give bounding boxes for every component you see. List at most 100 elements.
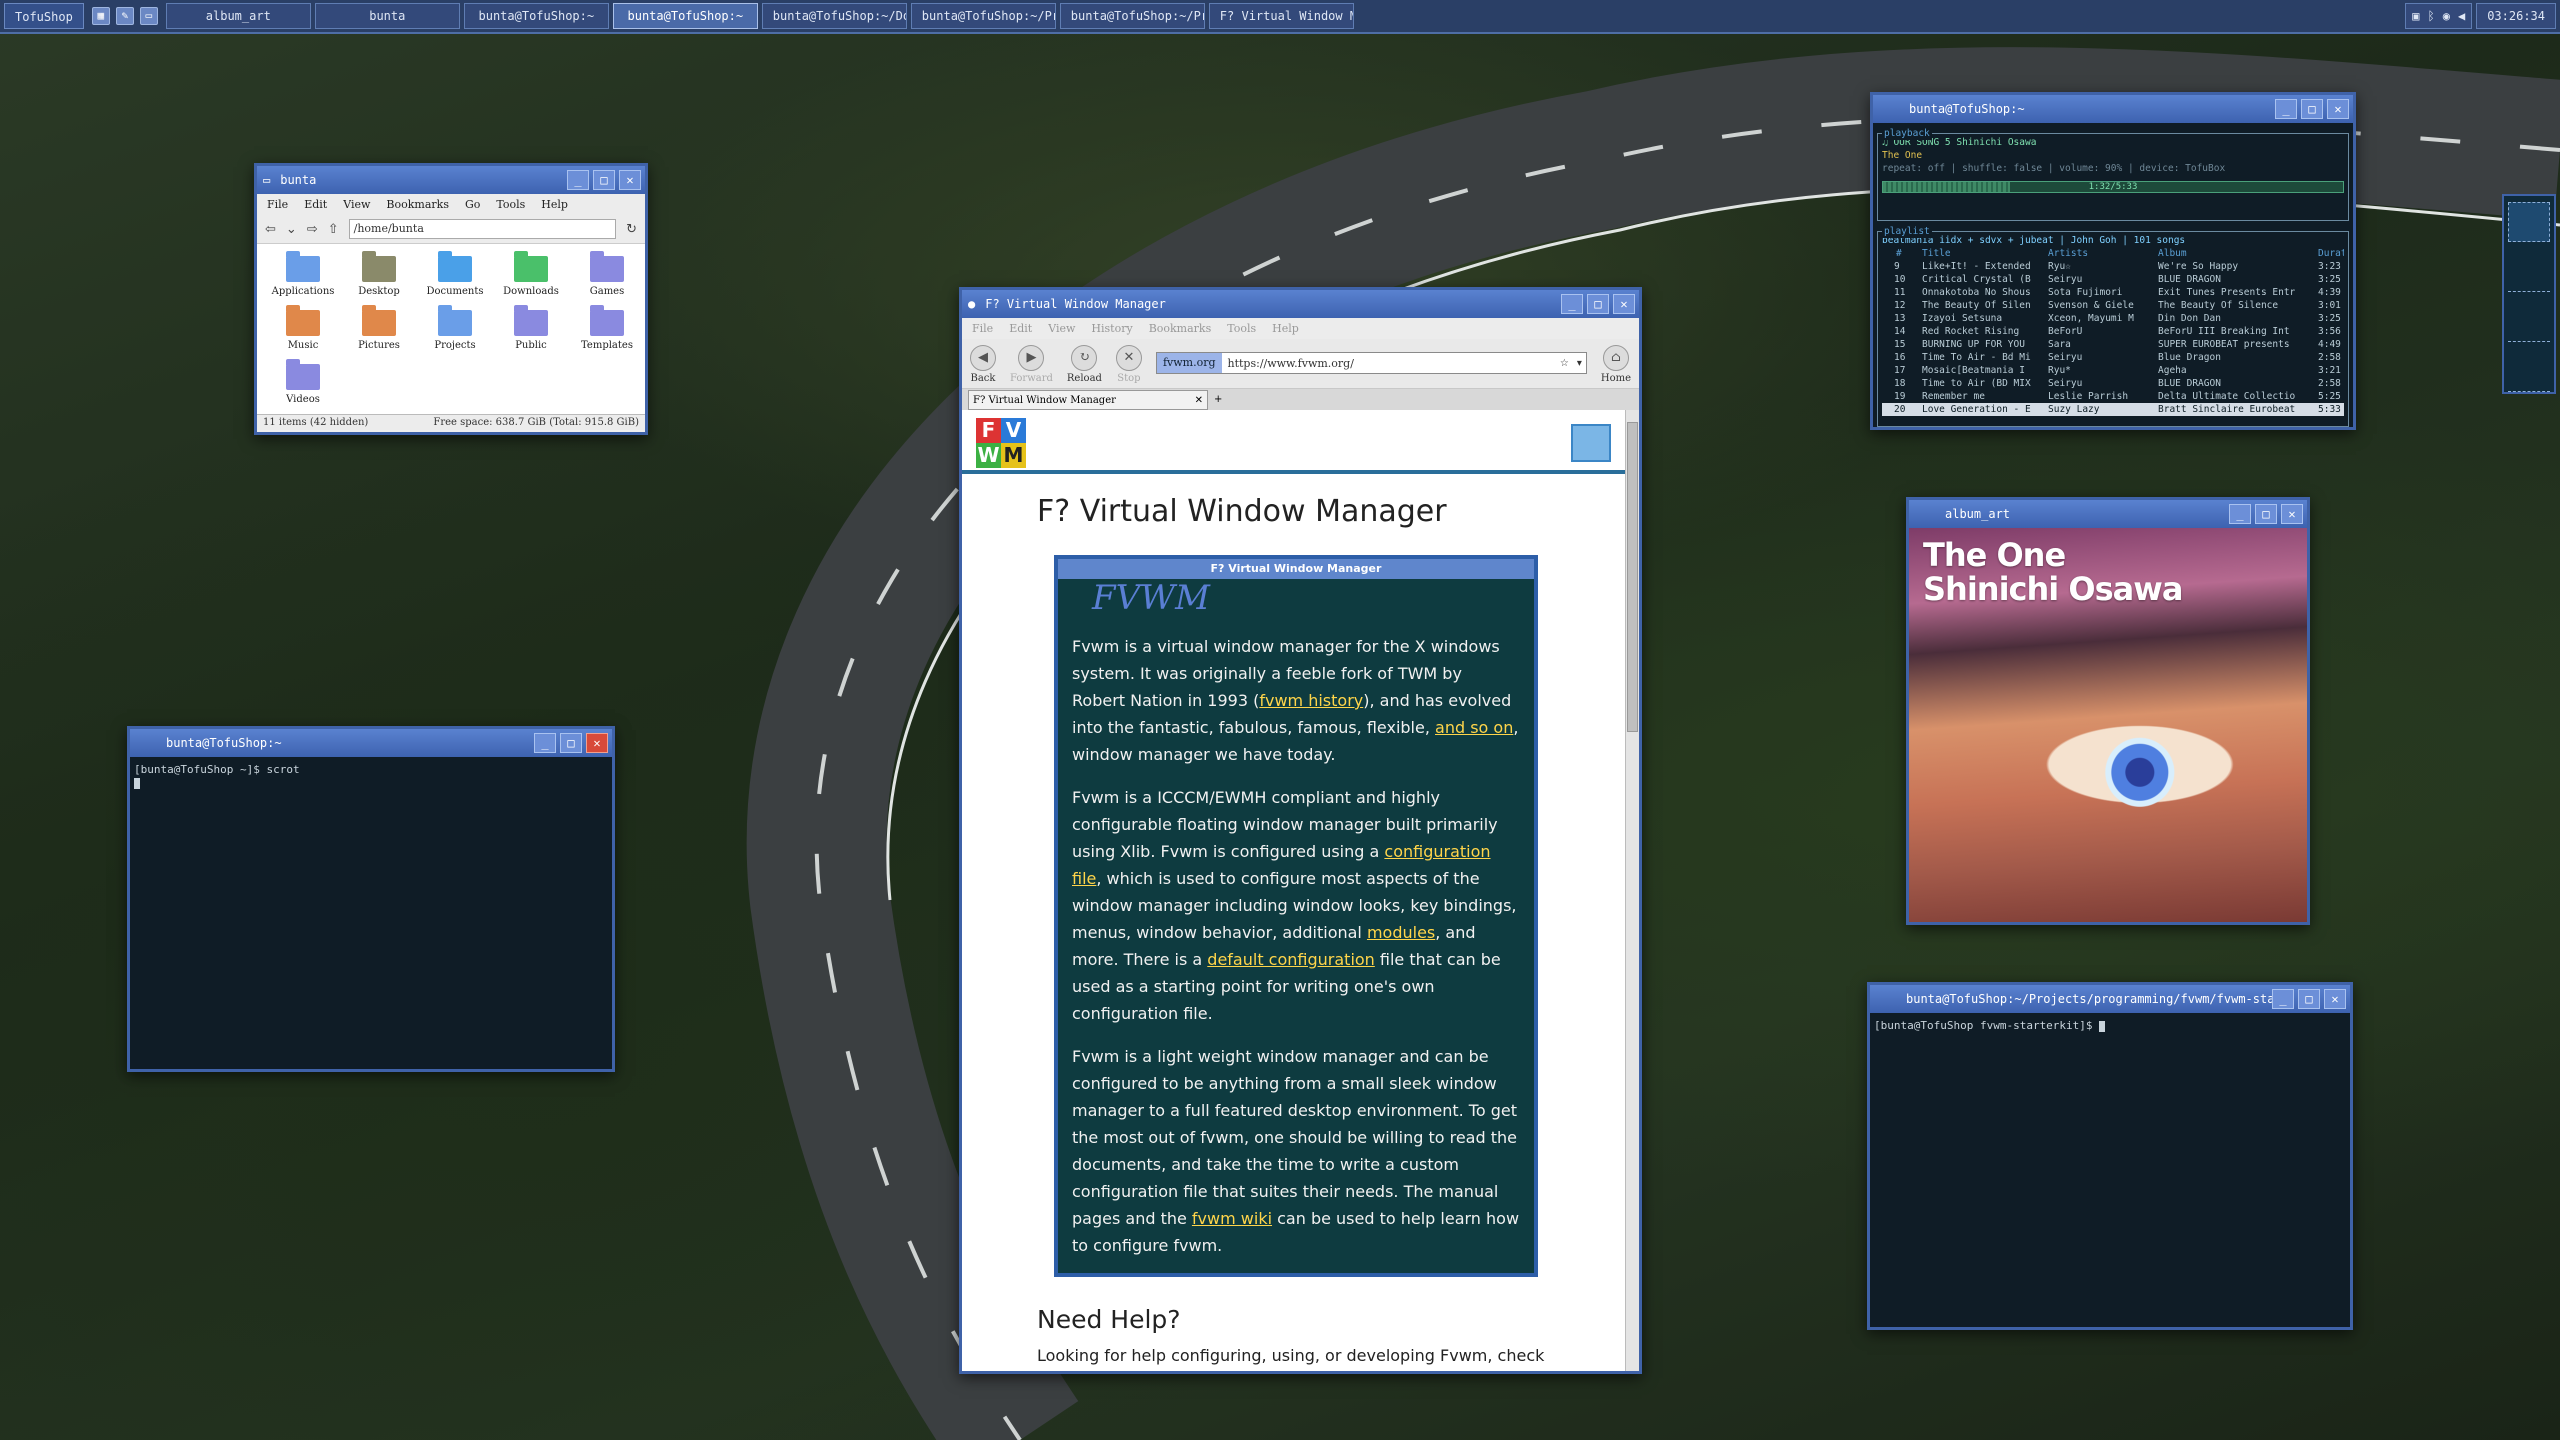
close-button[interactable]: ✕	[2324, 989, 2346, 1009]
close-button[interactable]: ✕	[2281, 504, 2303, 524]
close-button[interactable]: ✕	[1613, 294, 1635, 314]
folder-desktop[interactable]: Desktop	[341, 251, 417, 300]
playlist-row[interactable]: 10 Critical Crystal (B Seiryu BLUE DRAGON 3:…	[1882, 273, 2344, 286]
minimize-button[interactable]: _	[2229, 504, 2251, 524]
task-album-art[interactable]: album_art	[165, 3, 311, 29]
home-button[interactable]: ⌂ Home	[1601, 345, 1631, 384]
folder-projects[interactable]: Projects	[417, 305, 493, 354]
maximize-button[interactable]: □	[2298, 989, 2320, 1009]
url-dropdown-icon[interactable]: ▾	[1573, 358, 1586, 369]
playlist-row[interactable]: 16 Time To Air - Bd Mi Seiryu Blue Dragon 2:…	[1882, 351, 2344, 364]
maximize-button[interactable]: □	[593, 170, 615, 190]
playlist-row[interactable]: 19 Remember me Leslie Parrish Delta Ultimat…	[1882, 390, 2344, 403]
maximize-button[interactable]: □	[560, 733, 582, 753]
menu-go[interactable]: Go	[465, 198, 480, 211]
network-icon[interactable]: ◉	[2443, 9, 2450, 23]
terminal-output[interactable]: [bunta@TofuShop fvwm-starterkit]$	[1870, 1013, 2350, 1038]
pager-desk-2[interactable]	[2508, 252, 2550, 292]
folder-documents[interactable]: Documents	[417, 251, 493, 300]
app-icon[interactable]: ✎	[115, 7, 134, 25]
pager-desk-3[interactable]	[2508, 302, 2550, 342]
folder-icon[interactable]: ▭	[139, 7, 158, 25]
pager-desk-1[interactable]	[2508, 202, 2550, 242]
hamburger-menu-button[interactable]	[1571, 424, 1611, 462]
start-button[interactable]: TofuShop	[4, 3, 84, 29]
go-icon[interactable]: ↻	[626, 222, 637, 237]
music-titlebar[interactable]: bunta@TofuShop:~ _ □ ✕	[1873, 95, 2353, 123]
task-terminal-docu[interactable]: bunta@TofuShop:~/Docu	[761, 3, 907, 29]
volume-icon[interactable]: ◀	[2458, 9, 2465, 23]
stop-button[interactable]: ✕ Stop	[1115, 345, 1142, 384]
folder-public[interactable]: Public	[493, 305, 569, 354]
menu-tools[interactable]: Tools	[1227, 322, 1256, 335]
back-icon[interactable]: ⇦	[265, 222, 276, 237]
up-icon[interactable]: ⇧	[328, 222, 339, 237]
playlist-row[interactable]: 13 Izayoi Setsuna Xceon, Mayumi M Din Don D…	[1882, 312, 2344, 325]
pager-desk-4[interactable]	[2508, 352, 2550, 392]
minimize-button[interactable]: _	[2275, 99, 2297, 119]
fvwm-logo[interactable]: FV WM	[976, 418, 1026, 468]
task-bunta[interactable]: bunta	[314, 3, 460, 29]
path-input[interactable]: /home/bunta	[348, 219, 617, 239]
playlist-row[interactable]: 9 Like+It! - Extended Ryu☆ We're So Happy 3:…	[1882, 260, 2344, 273]
bluetooth-icon[interactable]: ᛒ	[2428, 9, 2435, 23]
minimize-button[interactable]: _	[2272, 989, 2294, 1009]
pager-icon[interactable]: ▦	[91, 7, 110, 25]
terminal-titlebar[interactable]: bunta@TofuShop:~ _ □ ✕	[130, 729, 612, 757]
task-terminal-2[interactable]: bunta@TofuShop:~	[612, 3, 758, 29]
playlist-row[interactable]: 20 Love Generation - E Suzy Lazy Bratt Sinc…	[1882, 403, 2344, 416]
folder-templates[interactable]: Templates	[569, 305, 645, 354]
fvwm-history-link[interactable]: fvwm history	[1259, 691, 1363, 710]
playlist-row[interactable]: 17 Mosaic[Beatmania I Ryu* Ageha 3:21	[1882, 364, 2344, 377]
menu-edit[interactable]: Edit	[304, 198, 327, 211]
site-identity[interactable]: fvwm.org	[1156, 353, 1222, 373]
playlist-row[interactable]: 11 Onnakotoba No Shous Sota Fujimori Exit T…	[1882, 286, 2344, 299]
bookmark-star-icon[interactable]: ☆	[1556, 358, 1573, 369]
playlist-row[interactable]: 12 The Beauty Of Silen Svenson & Giele The …	[1882, 299, 2344, 312]
maximize-button[interactable]: □	[2301, 99, 2323, 119]
maximize-button[interactable]: □	[2255, 504, 2277, 524]
folder-downloads[interactable]: Downloads	[493, 251, 569, 300]
browser-titlebar[interactable]: ● F? Virtual Window Manager _ □ ✕	[962, 290, 1639, 318]
tab-fvwm[interactable]: F? Virtual Window Manager ✕	[968, 389, 1208, 411]
menu-tools[interactable]: Tools	[496, 198, 525, 211]
playlist-row[interactable]: 14 Red Rocket Rising BeForU BeForU III Brea…	[1882, 325, 2344, 338]
minimize-button[interactable]: _	[534, 733, 556, 753]
reload-button[interactable]: ↻ Reload	[1067, 345, 1102, 384]
back-button[interactable]: ◀ Back	[970, 345, 996, 384]
menu-file[interactable]: File	[267, 198, 288, 211]
folder-games[interactable]: Games	[569, 251, 645, 300]
tab-close-icon[interactable]: ✕	[1195, 391, 1203, 411]
fvwm-wiki-link[interactable]: fvwm wiki	[1192, 1209, 1272, 1228]
menu-help[interactable]: Help	[1272, 322, 1299, 335]
menu-bookmarks[interactable]: Bookmarks	[1149, 322, 1212, 335]
progress-bar[interactable]: 1:32/5:33	[1882, 181, 2344, 193]
folder-applications[interactable]: Applications	[265, 251, 341, 300]
task-terminal-proj-1[interactable]: bunta@TofuShop:~/Proj	[910, 3, 1056, 29]
modules-link[interactable]: modules	[1367, 923, 1435, 942]
forward-button[interactable]: ▶ Forward	[1010, 345, 1053, 384]
album-art-titlebar[interactable]: album_art _ □ ✕	[1909, 500, 2307, 528]
terminal-titlebar[interactable]: bunta@TofuShop:~/Projects/programming/fv…	[1870, 985, 2350, 1013]
task-browser[interactable]: F? Virtual Window Mar	[1208, 3, 1354, 29]
url-input[interactable]: https://www.fvwm.org/	[1222, 357, 1556, 370]
minimize-button[interactable]: _	[567, 170, 589, 190]
menu-bookmarks[interactable]: Bookmarks	[386, 198, 449, 211]
page-scrollbar[interactable]	[1625, 410, 1639, 1371]
task-terminal-proj-2[interactable]: bunta@TofuShop:~/Proj	[1059, 3, 1205, 29]
default-configuration-link[interactable]: default configuration	[1207, 950, 1375, 969]
gamepad-icon[interactable]: ▣	[2412, 9, 2419, 23]
desktop-pager[interactable]	[2502, 194, 2556, 394]
menu-history[interactable]: History	[1091, 322, 1132, 335]
close-button[interactable]: ✕	[2327, 99, 2349, 119]
menu-help[interactable]: Help	[541, 198, 568, 211]
forward-icon[interactable]: ⇨	[307, 222, 318, 237]
file-manager-titlebar[interactable]: ▭ bunta _ □ ✕	[257, 166, 645, 194]
menu-edit[interactable]: Edit	[1009, 322, 1032, 335]
maximize-button[interactable]: □	[1587, 294, 1609, 314]
playlist-row[interactable]: 15 BURNING UP FOR YOU Sara SUPER EUROBEAT p…	[1882, 338, 2344, 351]
folder-videos[interactable]: Videos	[265, 359, 341, 408]
menu-view[interactable]: View	[1048, 322, 1075, 335]
url-bar[interactable]: fvwm.org https://www.fvwm.org/ ☆ ▾	[1155, 352, 1587, 374]
history-dropdown-icon[interactable]: ⌄	[286, 222, 297, 237]
